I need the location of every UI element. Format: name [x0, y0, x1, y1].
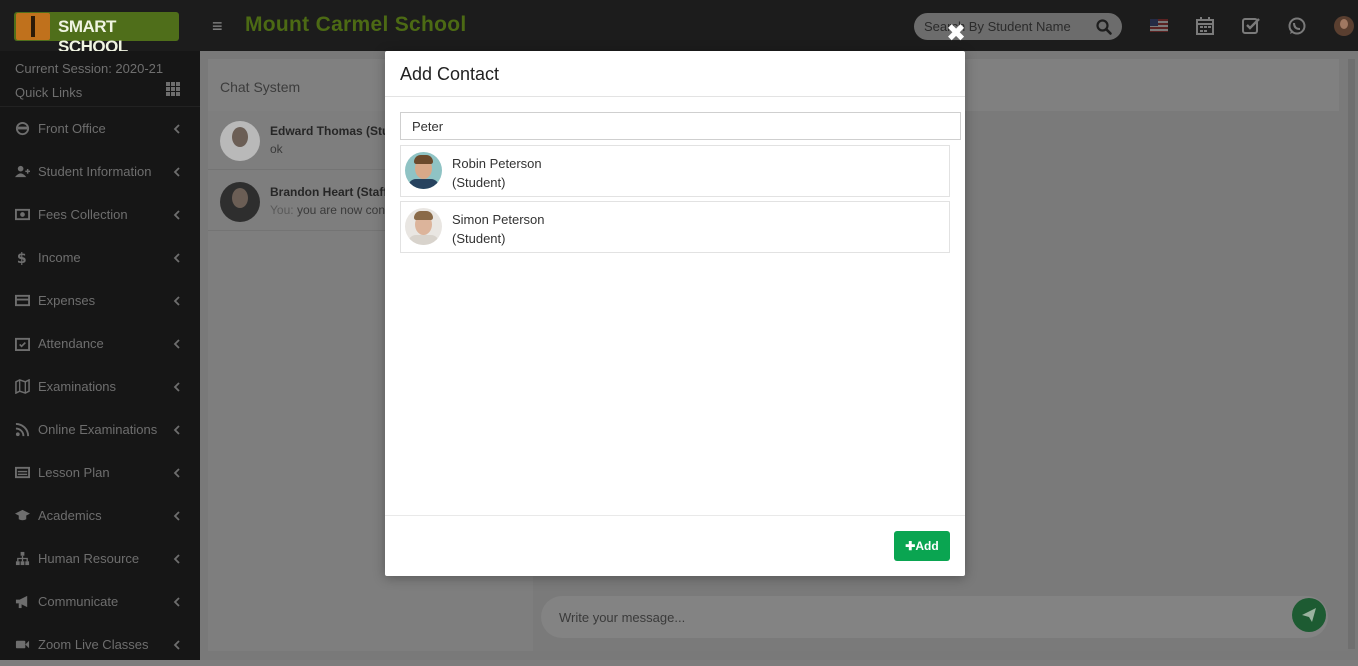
- sidebar-item-label: Attendance: [38, 336, 104, 351]
- close-icon[interactable]: ✖: [945, 22, 967, 46]
- page-scrollbar[interactable]: [1348, 59, 1355, 649]
- map-icon: [15, 379, 30, 394]
- chevron-left-icon: [173, 597, 180, 607]
- modal-title: Add Contact: [400, 64, 500, 84]
- chevron-left-icon: [173, 210, 180, 220]
- sidebar-item-label: Income: [38, 250, 81, 265]
- user-avatar[interactable]: [1334, 16, 1354, 36]
- chevron-left-icon: [173, 554, 180, 564]
- paper-plane-icon: [1302, 608, 1316, 622]
- chevron-left-icon: [173, 167, 180, 177]
- quick-links[interactable]: Quick Links: [15, 85, 82, 100]
- chat-panel-title: Chat System: [220, 79, 301, 95]
- current-session: Current Session: 2020-21: [15, 61, 164, 76]
- sidebar-item-label: Online Examinations: [38, 422, 158, 437]
- money-icon: [15, 208, 30, 221]
- sidebar-item-label: Lesson Plan: [38, 465, 110, 480]
- sidebar-item-lesson-plan[interactable]: Lesson Plan: [0, 451, 200, 494]
- chevron-left-icon: [173, 382, 180, 392]
- message-input[interactable]: [559, 608, 1259, 626]
- sidebar-item-label: Expenses: [38, 293, 96, 308]
- credit-card-icon: [15, 294, 30, 307]
- sidebar-item-online-examinations[interactable]: Online Examinations: [0, 408, 200, 451]
- whatsapp-icon[interactable]: [1287, 16, 1307, 36]
- contact-avatar: [405, 208, 442, 245]
- rss-icon: [15, 422, 30, 437]
- sidebar-item-attendance[interactable]: Attendance: [0, 322, 200, 365]
- contact-result-role: (Student): [452, 175, 506, 190]
- add-contact-modal: Add Contact Robin Peterson (Student) Sim…: [385, 51, 965, 576]
- sitemap-icon: [15, 551, 30, 566]
- search-icon[interactable]: [1095, 18, 1113, 36]
- sidebar-item-communicate[interactable]: Communicate: [0, 580, 200, 623]
- video-icon: [15, 640, 30, 649]
- modal-header-divider: [385, 96, 965, 97]
- chevron-left-icon: [173, 425, 180, 435]
- logo-book-icon: [16, 13, 50, 40]
- sidebar-item-human-resource[interactable]: Human Resource: [0, 537, 200, 580]
- contact-avatar: [220, 121, 260, 161]
- chevron-left-icon: [173, 640, 180, 650]
- sidebar-item-label: Human Resource: [38, 551, 140, 566]
- sidebar-item-label: Student Information: [38, 164, 152, 179]
- sidebar-item-label: Examinations: [38, 379, 117, 394]
- chevron-left-icon: [173, 468, 180, 478]
- sidebar-item-front-office[interactable]: Front Office: [0, 107, 200, 150]
- user-plus-icon: [15, 165, 30, 178]
- modal-footer-divider: [385, 515, 965, 516]
- bullhorn-icon: [15, 595, 28, 609]
- sidebar-item-label: Zoom Live Classes: [38, 637, 149, 652]
- school-name: Mount Carmel School: [245, 13, 467, 36]
- sidebar-item-label: Fees Collection: [38, 207, 128, 222]
- calendar-icon[interactable]: [1195, 16, 1215, 36]
- contact-result-item[interactable]: Robin Peterson (Student): [400, 145, 950, 197]
- calendar-check-icon: [15, 337, 30, 351]
- language-flag-icon[interactable]: [1150, 19, 1168, 32]
- contact-result-text: Simon Peterson (Student): [452, 210, 545, 248]
- contact-avatar: [220, 182, 260, 222]
- contact-avatar: [405, 152, 442, 189]
- sidebar-item-label: Front Office: [38, 121, 106, 136]
- chevron-left-icon: [173, 296, 180, 306]
- send-message-button[interactable]: [1292, 598, 1326, 632]
- hamburger-menu-icon[interactable]: ≡: [212, 16, 223, 36]
- contact-search-input[interactable]: [400, 112, 961, 140]
- list-icon: [15, 466, 30, 479]
- chevron-left-icon: [173, 511, 180, 521]
- sidebar-item-label: Communicate: [38, 594, 119, 609]
- sidebar-item-academics[interactable]: Academics: [0, 494, 200, 537]
- contact-last-message: ok: [270, 142, 283, 156]
- contact-result-name: Robin Peterson: [452, 156, 542, 171]
- contact-result-text: Robin Peterson (Student): [452, 154, 542, 192]
- chevron-left-icon: [173, 339, 180, 349]
- sidebar-item-label: Academics: [38, 508, 102, 523]
- svg-text:$: $: [17, 251, 27, 265]
- logo[interactable]: SMART SCHOOL: [14, 12, 179, 56]
- sidebar-item-expenses[interactable]: Expenses: [0, 279, 200, 322]
- sidebar-item-fees-collection[interactable]: Fees Collection: [0, 193, 200, 236]
- add-button-label: Add: [915, 539, 939, 553]
- contact-result-name: Simon Peterson: [452, 212, 545, 227]
- plus-icon: ✚: [905, 539, 916, 553]
- sidebar-nav: Front Office Student Information Fees Co…: [0, 107, 200, 666]
- chevron-left-icon: [173, 253, 180, 263]
- sidebar-item-student-information[interactable]: Student Information: [0, 150, 200, 193]
- chevron-left-icon: [173, 124, 180, 134]
- task-check-icon[interactable]: [1241, 16, 1261, 36]
- sidebar-item-income[interactable]: $ Income: [0, 236, 200, 279]
- contact-result-role: (Student): [452, 231, 506, 246]
- front-office-icon: [15, 121, 30, 136]
- dollar-icon: $: [17, 251, 27, 265]
- grid-icon[interactable]: [166, 82, 180, 96]
- message-compose-box: [541, 596, 1328, 638]
- add-contact-button[interactable]: ✚Add: [894, 531, 950, 561]
- sidebar: Current Session: 2020-21 Quick Links Fro…: [0, 51, 200, 660]
- graduation-cap-icon: [15, 509, 30, 521]
- sidebar-item-examinations[interactable]: Examinations: [0, 365, 200, 408]
- contact-result-item[interactable]: Simon Peterson (Student): [400, 201, 950, 253]
- contact-name: Brandon Heart (Staff): [270, 185, 392, 199]
- top-header: SMART SCHOOL ≡ Mount Carmel School: [0, 0, 1358, 56]
